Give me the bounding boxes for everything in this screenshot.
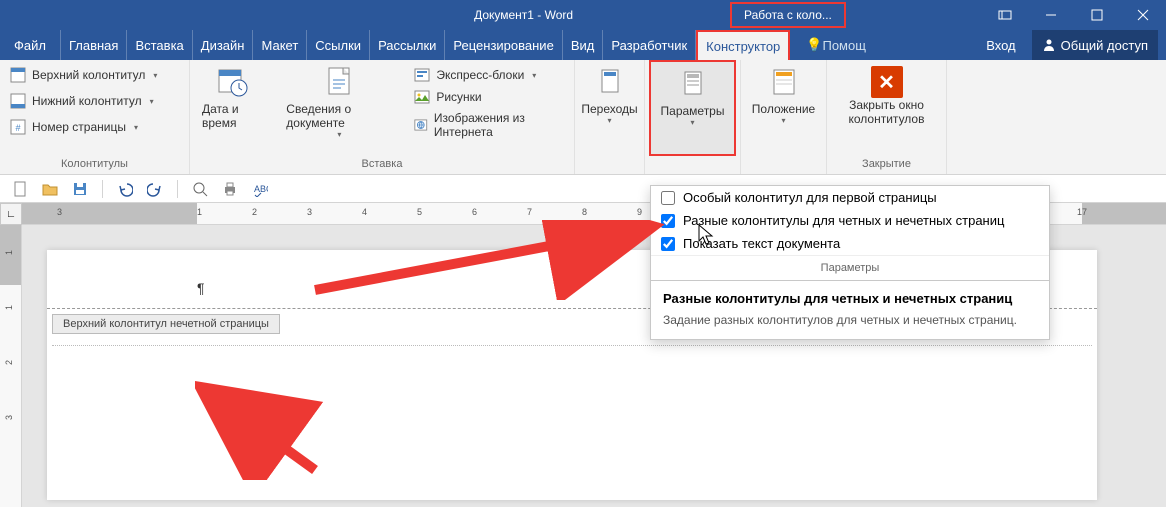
menu-insert[interactable]: Вставка	[127, 30, 192, 60]
close-header-footer-button[interactable]: ✕ Закрыть окно колонтитулов	[833, 64, 940, 156]
menu-design[interactable]: Дизайн	[193, 30, 254, 60]
minimize-button[interactable]	[1028, 0, 1074, 30]
ribbon: Верхний колонтитул▾ Нижний колонтитул▾ #…	[0, 60, 1166, 175]
pictures-button[interactable]: Рисунки	[410, 86, 568, 108]
open-icon[interactable]	[42, 181, 58, 197]
document-title: Документ1 - Word	[474, 8, 573, 22]
maximize-button[interactable]	[1074, 0, 1120, 30]
popup-group-label: Параметры	[651, 255, 1049, 280]
menu-view[interactable]: Вид	[563, 30, 604, 60]
document-info-button[interactable]: Сведения о документе▾	[280, 64, 398, 156]
spelling-icon[interactable]: ABC	[252, 181, 268, 197]
group-label-insert: Вставка	[196, 156, 568, 174]
menu-developer[interactable]: Разработчик	[603, 30, 696, 60]
title-bar: Документ1 - Word Работа с коло...	[0, 0, 1166, 30]
quick-print-icon[interactable]	[222, 181, 238, 197]
footer-button[interactable]: Нижний колонтитул▾	[6, 90, 183, 112]
mouse-cursor-icon	[698, 224, 716, 246]
save-icon[interactable]	[72, 181, 88, 197]
svg-text:#: #	[15, 123, 20, 133]
redo-icon[interactable]	[147, 181, 163, 197]
header-button[interactable]: Верхний колонтитул▾	[6, 64, 183, 86]
quick-parts-button[interactable]: Экспресс-блоки▾	[410, 64, 568, 86]
contextual-tab-label: Работа с коло...	[730, 2, 846, 28]
menu-file[interactable]: Файл	[0, 30, 61, 60]
page-number-button[interactable]: #Номер страницы▾	[6, 116, 183, 138]
options-button[interactable]: Параметры▾	[649, 60, 737, 156]
options-dropdown: Особый колонтитул для первой страницы Ра…	[650, 185, 1050, 340]
date-time-button[interactable]: Дата и время	[196, 64, 270, 156]
close-icon: ✕	[871, 66, 903, 98]
position-button[interactable]: Положение▾	[746, 64, 821, 156]
menu-bar: Файл Главная Вставка Дизайн Макет Ссылки…	[0, 30, 1166, 60]
close-button[interactable]	[1120, 0, 1166, 30]
menu-mailings[interactable]: Рассылки	[370, 30, 445, 60]
opt-first-page[interactable]: Особый колонтитул для первой страницы	[651, 186, 1049, 209]
online-pictures-button[interactable]: Изображения из Интернета	[410, 108, 568, 142]
print-preview-icon[interactable]	[192, 181, 208, 197]
menu-references[interactable]: Ссылки	[307, 30, 370, 60]
tooltip: Разные колонтитулы для четных и нечетных…	[651, 280, 1049, 339]
menu-layout[interactable]: Макет	[253, 30, 307, 60]
navigation-button[interactable]: Переходы▾	[575, 64, 643, 156]
undo-icon[interactable]	[117, 181, 133, 197]
vertical-ruler[interactable]: 1123	[0, 225, 22, 507]
group-label-close: Закрытие	[833, 156, 940, 174]
share-button[interactable]: Общий доступ	[1032, 30, 1158, 60]
header-tab-label: Верхний колонтитул нечетной страницы	[52, 314, 280, 334]
menu-home[interactable]: Главная	[61, 30, 127, 60]
ribbon-display-options-icon[interactable]	[982, 0, 1028, 30]
svg-text:ABC: ABC	[254, 184, 268, 194]
menu-design-context[interactable]: Конструктор	[696, 30, 790, 60]
tab-selector[interactable]: ∟	[0, 203, 22, 225]
group-label-headers: Колонтитулы	[6, 156, 183, 174]
sign-in-button[interactable]: Вход	[976, 38, 1025, 53]
new-doc-icon[interactable]	[12, 181, 28, 197]
menu-review[interactable]: Рецензирование	[445, 30, 562, 60]
tell-me[interactable]: 💡 Помощ	[798, 30, 874, 60]
pilcrow-icon: ¶	[197, 280, 205, 296]
